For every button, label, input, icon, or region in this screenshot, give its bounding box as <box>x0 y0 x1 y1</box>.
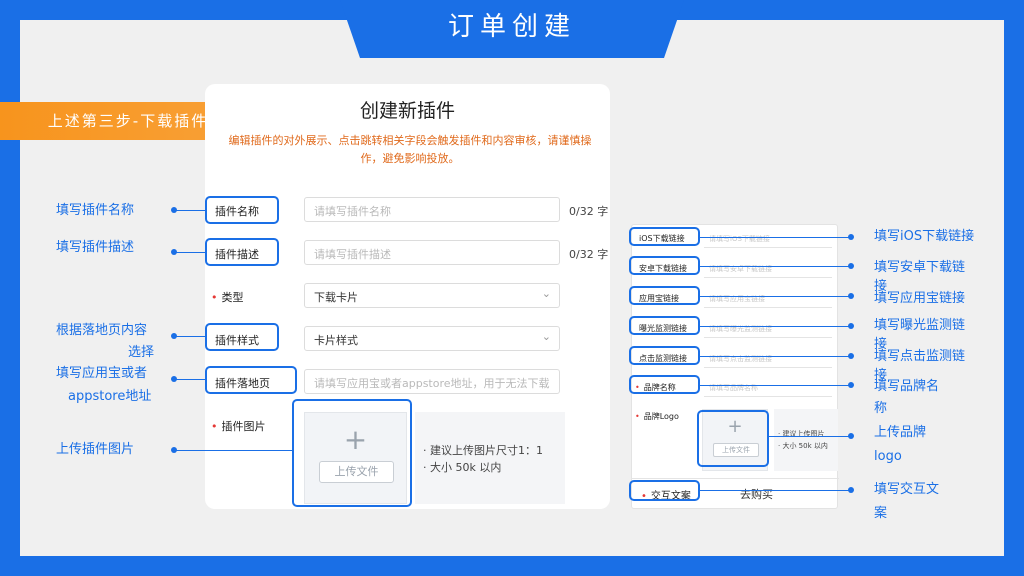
connector-line <box>174 450 294 451</box>
highlight-interaction-text <box>629 480 700 501</box>
type-select[interactable]: 下载卡片 ⌄ <box>304 283 560 308</box>
highlight-brand-name <box>629 375 700 394</box>
connector-line <box>700 237 850 238</box>
annotation-landing-2: appstore地址 <box>68 389 152 404</box>
annotation-ios-link: 填写iOS下载链接 <box>874 229 975 244</box>
connector-line <box>700 490 850 491</box>
plugin-style-select[interactable]: 卡片样式 ⌄ <box>304 326 560 351</box>
slide-stage: 订单创建 上述第三步-下载插件 创建新插件 编辑插件的对外展示、点击跳转相关字段… <box>0 0 1024 576</box>
divider <box>704 396 832 397</box>
plugin-style-value: 卡片样式 <box>314 334 358 347</box>
chevron-down-icon: ⌄ <box>541 330 551 343</box>
highlight-ios-link <box>629 227 700 246</box>
highlight-plugin-image <box>292 399 412 507</box>
connector-line <box>700 266 850 267</box>
annotation-android-link-1: 填写安卓下载链 <box>874 260 966 275</box>
divider <box>704 247 832 248</box>
annotation-plugin-style-1: 根据落地页内容 <box>56 323 148 338</box>
connector-line <box>769 436 850 437</box>
annotation-interaction-text-2: 案 <box>874 506 888 521</box>
highlight-plugin-desc <box>205 238 279 266</box>
highlight-landing-page <box>205 366 297 394</box>
divider <box>704 367 832 368</box>
brand-logo-label-text: 品牌Logo <box>643 412 679 421</box>
annotation-brand-logo-1: 上传品牌 <box>874 425 927 440</box>
plugin-image-label: • 插件图片 <box>211 420 266 433</box>
chevron-down-icon: ⌄ <box>541 287 551 300</box>
connector-dot <box>848 263 854 269</box>
highlight-click-link <box>629 346 700 365</box>
connector-line <box>174 210 207 211</box>
highlight-impression-link <box>629 316 700 335</box>
connector-line <box>174 252 207 253</box>
form-warning: 编辑插件的对外展示、点击跳转相关字段会触发插件和内容审核，请谨慎操作，避免影响投… <box>228 134 592 165</box>
divider <box>632 478 839 479</box>
highlight-app-store-link <box>629 286 700 305</box>
annotation-plugin-style-2: 选择 <box>128 345 155 360</box>
logo-hint-box: · 建议上传图片 · 大小 50k 以内 <box>774 409 838 471</box>
annotation-click-link-1: 填写点击监测链 <box>874 349 966 364</box>
type-select-value: 下载卡片 <box>314 291 358 304</box>
annotation-impression-link-1: 填写曝光监测链 <box>874 318 966 333</box>
ios-link-input[interactable]: 请填写iOS下载链接 <box>709 234 770 244</box>
annotation-brand-name-2: 称 <box>874 401 888 416</box>
annotation-brand-name-1: 填写品牌名 <box>874 379 940 394</box>
annotation-landing-1: 填写应用宝或者 <box>56 366 148 381</box>
connector-dot <box>848 433 854 439</box>
logo-size-hint: · 建议上传图片 <box>778 430 825 438</box>
annotation-plugin-desc: 填写插件描述 <box>56 240 135 255</box>
annotation-brand-logo-2: logo <box>874 449 902 464</box>
connector-line <box>174 336 207 337</box>
type-label-text: 类型 <box>221 291 244 304</box>
highlight-plugin-name <box>205 196 279 224</box>
annotation-interaction-text-1: 填写交互文 <box>874 482 940 497</box>
brand-logo-label: • 品牌Logo <box>635 412 679 421</box>
connector-line <box>700 296 850 297</box>
plugin-name-input[interactable]: 请填写插件名称 <box>304 197 560 222</box>
image-size-hint: · 建议上传图片尺寸1：1 <box>423 444 543 457</box>
annotation-plugin-image: 上传插件图片 <box>56 442 135 457</box>
connector-line <box>700 385 850 386</box>
image-weight-hint: · 大小 50k 以内 <box>423 461 502 474</box>
divider <box>704 337 832 338</box>
interaction-text-input[interactable]: 去购买 <box>740 486 773 502</box>
logo-weight-hint: · 大小 50k 以内 <box>778 442 828 450</box>
connector-line <box>174 379 207 380</box>
connector-dot <box>848 293 854 299</box>
plugin-desc-input[interactable]: 请填写插件描述 <box>304 240 560 265</box>
connector-line <box>700 356 850 357</box>
connector-line <box>700 326 850 327</box>
divider <box>704 277 832 278</box>
plugin-desc-count: 0/32 字 <box>569 248 609 261</box>
connector-dot <box>848 323 854 329</box>
type-label: • 类型 <box>211 291 244 304</box>
connector-dot <box>848 234 854 240</box>
form-title: 创建新插件 <box>359 100 455 122</box>
annotation-app-store-link: 填写应用宝链接 <box>874 291 966 306</box>
image-hint-box: · 建议上传图片尺寸1：1 · 大小 50k 以内 <box>415 412 565 504</box>
highlight-brand-logo <box>697 410 769 467</box>
highlight-plugin-style <box>205 323 279 351</box>
connector-dot <box>848 382 854 388</box>
highlight-android-link <box>629 256 700 275</box>
annotation-plugin-name: 填写插件名称 <box>56 203 135 218</box>
page-title: 订单创建 <box>447 12 576 42</box>
plugin-name-count: 0/32 字 <box>569 205 609 218</box>
connector-dot <box>848 353 854 359</box>
divider <box>704 307 832 308</box>
connector-dot <box>848 487 854 493</box>
landing-page-input[interactable]: 请填写应用宝或者appstore地址，用于无法下载 <box>304 369 560 394</box>
plugin-image-label-text: 插件图片 <box>221 420 266 433</box>
